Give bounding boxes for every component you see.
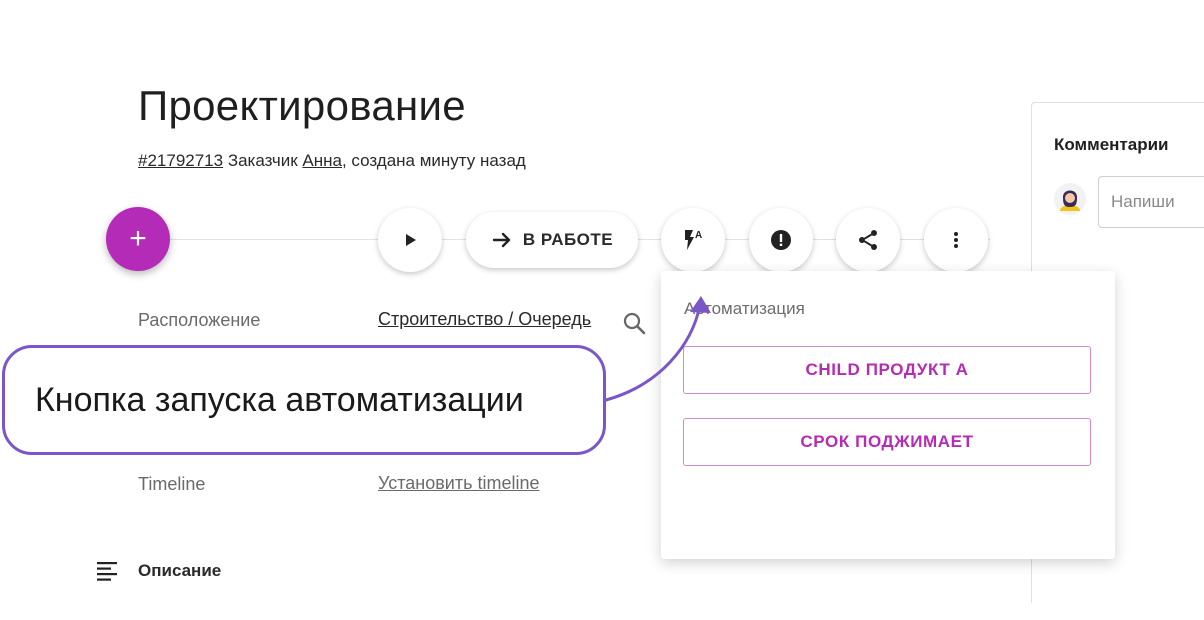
- description-section[interactable]: Описание: [96, 560, 221, 582]
- share-button[interactable]: [836, 208, 900, 272]
- automation-menu-title: Автоматизация: [684, 299, 805, 318]
- play-button[interactable]: [378, 208, 442, 272]
- more-button[interactable]: [924, 208, 988, 272]
- timeline-link[interactable]: Установить timeline: [378, 473, 540, 494]
- customer-prefix: Заказчик: [227, 151, 298, 170]
- customer-link[interactable]: Анна: [302, 151, 342, 170]
- task-meta: #21792713 Заказчик Анна, создана минуту …: [138, 151, 526, 171]
- share-icon: [859, 230, 877, 250]
- svg-text:A: A: [695, 230, 702, 241]
- alert-button[interactable]: [749, 208, 813, 272]
- flash-auto-icon: A: [685, 230, 702, 250]
- status-label: В РАБОТЕ: [522, 230, 614, 249]
- automation-item-deadline[interactable]: СРОК ПОДЖИМАЕТ: [683, 418, 1091, 466]
- search-icon[interactable]: [622, 311, 648, 337]
- automation-menu: Автоматизация CHILD ПРОДУКТ А СРОК ПОДЖИ…: [661, 271, 1115, 559]
- page-title: Проектирование: [138, 82, 466, 129]
- more-vert-icon: [954, 232, 958, 248]
- callout-bubble: Кнопка запуска автоматизации: [2, 345, 606, 455]
- location-link[interactable]: Строительство / Очередь: [378, 309, 591, 330]
- arrow-right-icon: [492, 232, 511, 248]
- description-icon: [97, 562, 117, 581]
- automation-item-child-product[interactable]: CHILD ПРОДУКТ А: [683, 346, 1091, 394]
- location-label: Расположение: [138, 310, 261, 330]
- comment-input[interactable]: [1098, 176, 1204, 228]
- automation-button[interactable]: A: [661, 208, 725, 272]
- add-button[interactable]: +: [106, 207, 170, 271]
- created-text: , создана минуту назад: [341, 151, 526, 170]
- task-id-link[interactable]: #21792713: [138, 151, 223, 170]
- play-icon: [406, 234, 416, 246]
- comments-title: Комментарии: [1054, 135, 1169, 154]
- alert-icon: [771, 230, 791, 250]
- avatar: [1054, 183, 1086, 215]
- description-label: Описание: [138, 561, 222, 580]
- status-button[interactable]: В РАБОТЕ: [466, 212, 638, 268]
- timeline-label: Timeline: [138, 474, 206, 494]
